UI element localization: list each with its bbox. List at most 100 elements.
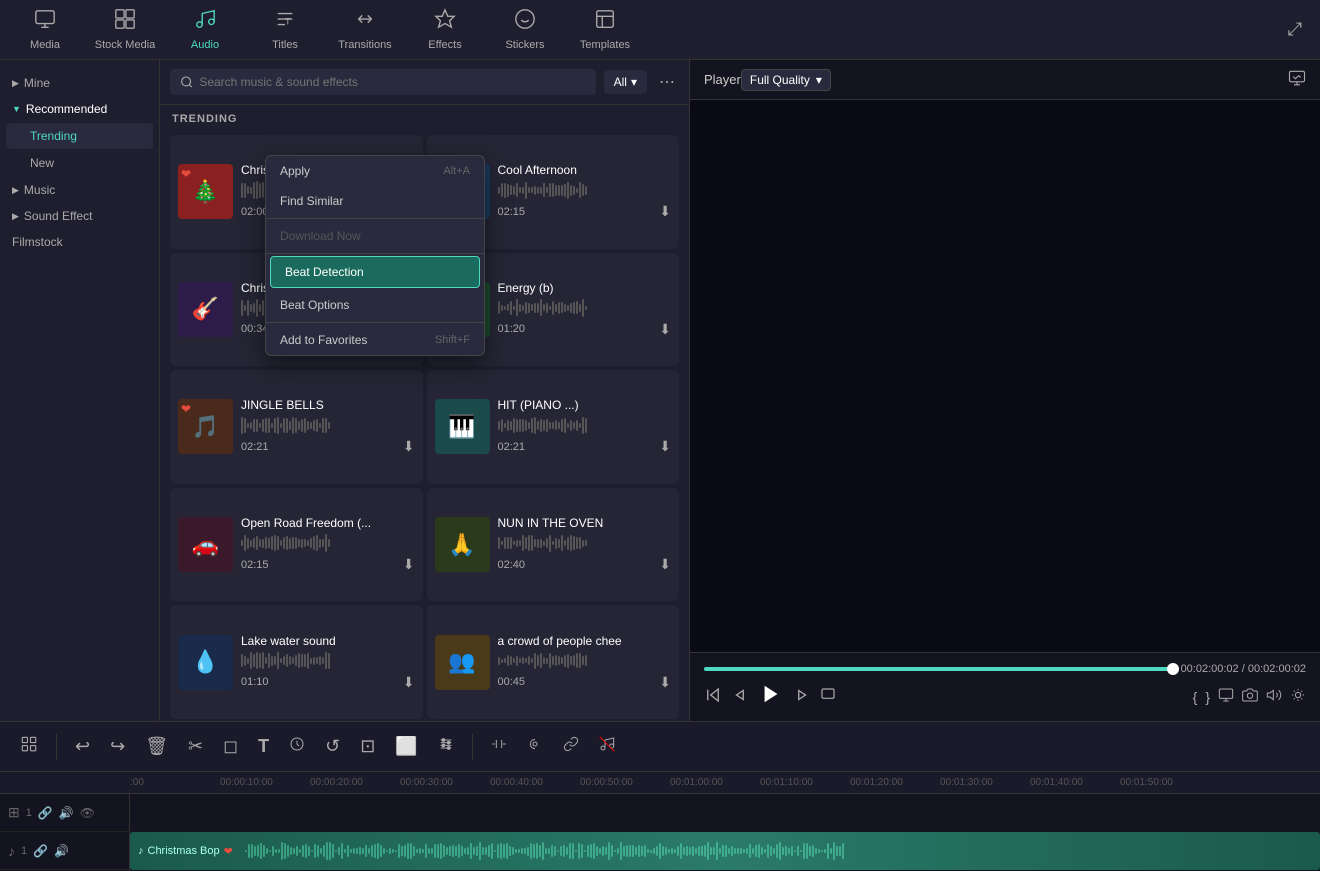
music-item-9[interactable]: 💧 Lake water sound 01:10 ⬇ [170, 605, 423, 719]
waveform-bar [743, 849, 745, 853]
sidebar-section-mine[interactable]: ▶ Mine [0, 70, 159, 96]
redo-button[interactable]: ↪ [104, 732, 131, 761]
waveform-bar [791, 846, 793, 856]
ruler-mark: 00:01:10:00 [760, 777, 850, 788]
progress-track[interactable] [704, 667, 1173, 671]
expand-icon[interactable]: ⤢ [1280, 15, 1310, 44]
toolbar-titles-label: Titles [272, 39, 298, 51]
download-icon-10[interactable]: ⬇ [659, 674, 671, 691]
waveform-bar [725, 845, 727, 858]
context-menu-label-find-similar: Find Similar [280, 194, 343, 208]
waveform-bar [416, 849, 418, 853]
download-icon-2[interactable]: ⬇ [659, 203, 671, 220]
download-icon-5[interactable]: ⬇ [403, 438, 415, 455]
frame-forward-button[interactable] [792, 686, 810, 709]
clip-button[interactable]: ⬜ [389, 732, 423, 761]
music-item-7[interactable]: 🚗 Open Road Freedom (... 02:15 ⬇ [170, 488, 423, 602]
settings-button[interactable] [1290, 687, 1306, 708]
cut-button[interactable]: ✂ [182, 732, 209, 761]
crop-button[interactable]: ◻ [217, 732, 244, 761]
download-icon-9[interactable]: ⬇ [403, 674, 415, 691]
toolbar-templates[interactable]: Templates [570, 5, 640, 55]
waveform-bar [275, 849, 277, 853]
waveform-bar [578, 843, 580, 859]
music-item-10[interactable]: 👥 a crowd of people chee 00:45 ⬇ [427, 605, 680, 719]
download-icon-6[interactable]: ⬇ [659, 438, 671, 455]
mark-out-button[interactable]: } [1205, 689, 1210, 705]
sidebar-section-filmstock[interactable]: Filmstock [0, 229, 159, 255]
text-button[interactable]: T [252, 732, 275, 761]
sidebar-item-trending[interactable]: Trending [6, 123, 153, 149]
waveform-bar [668, 849, 670, 853]
context-menu-item-apply[interactable]: ApplyAlt+A [266, 156, 484, 186]
snap-button[interactable] [485, 732, 513, 761]
sidebar-section-music[interactable]: ▶ Music [0, 177, 159, 203]
quality-dropdown[interactable]: Full Quality ▾ [741, 69, 831, 91]
music-time-4: 01:20 [498, 323, 526, 335]
music-item-6[interactable]: 🎹 HIT (PIANO ...) 02:21 ⬇ [427, 370, 680, 484]
sidebar-item-new[interactable]: New [6, 150, 153, 176]
stats-icon[interactable] [1288, 69, 1306, 90]
toolbar-effects[interactable]: Effects [410, 5, 480, 55]
download-icon-4[interactable]: ⬇ [659, 321, 671, 338]
search-field[interactable] [199, 75, 585, 89]
progress-bar[interactable]: 00:02:00:02 / 00:02:00:02 [704, 663, 1306, 675]
progress-thumb [1167, 663, 1179, 675]
music-item-5[interactable]: ❤ 🎵 JINGLE BELLS 02:21 ⬇ [170, 370, 423, 484]
toolbar-audio[interactable]: Audio [170, 5, 240, 55]
zoom-fit-button[interactable]: ⊡ [354, 732, 381, 761]
play-button[interactable] [760, 683, 782, 711]
audio-mix-button[interactable] [432, 732, 460, 761]
waveform-bar [587, 845, 589, 856]
music-item-8[interactable]: 🙏 NUN IN THE OVEN 02:40 ⬇ [427, 488, 680, 602]
context-menu-divider [266, 322, 484, 323]
download-icon-8[interactable]: ⬇ [659, 556, 671, 573]
toolbar-transitions[interactable]: Transitions [330, 5, 400, 55]
audio-track-vol-icon[interactable]: 🔊 [54, 844, 69, 858]
more-options-button[interactable]: ⋯ [655, 68, 679, 96]
video-track-eye-icon[interactable]: 👁 [80, 806, 95, 820]
search-input-wrapper[interactable] [170, 69, 596, 95]
waveform-bar [311, 850, 313, 852]
delete-button[interactable]: 🗑 [139, 732, 174, 761]
frame-back-button[interactable] [732, 686, 750, 709]
volume-button[interactable] [1266, 687, 1282, 708]
waveform-bar [704, 845, 706, 856]
templates-icon [594, 8, 616, 36]
undo-button[interactable]: ↩ [69, 732, 96, 761]
video-track-audio-icon[interactable]: 🔊 [59, 806, 74, 820]
sidebar-section-sound-effect[interactable]: ▶ Sound Effect [0, 203, 159, 229]
sidebar: ▶ Mine ▼ Recommended Trending New ▶ Musi… [0, 60, 160, 721]
waveform-bar [635, 847, 637, 856]
waveform-bar [446, 847, 448, 854]
audio-clip[interactable]: ♪ Christmas Bop ❤ [130, 832, 1320, 870]
fullscreen-button[interactable] [820, 687, 836, 708]
rotate-button[interactable]: ↺ [319, 732, 346, 761]
toolbar-stock-media[interactable]: Stock Media [90, 5, 160, 55]
toolbar-media[interactable]: Media [10, 5, 80, 55]
audio-track-link-icon[interactable]: 🔗 [33, 844, 48, 858]
context-menu-item-find-similar[interactable]: Find Similar [266, 186, 484, 216]
context-menu-item-add-favorites[interactable]: Add to FavoritesShift+F [266, 325, 484, 355]
waveform-bar [671, 848, 673, 853]
sidebar-section-recommended[interactable]: ▼ Recommended [0, 96, 159, 122]
waveform-bar [764, 849, 766, 854]
monitor-button[interactable] [1218, 687, 1234, 708]
timer-button[interactable] [283, 732, 311, 761]
filter-dropdown[interactable]: All ▾ [604, 70, 647, 94]
waveform-bar [437, 844, 439, 859]
video-track-link-icon[interactable]: 🔗 [38, 806, 53, 820]
screenshot-button[interactable] [1242, 687, 1258, 708]
audio-detach-button[interactable] [593, 732, 621, 761]
waveform-bar [836, 846, 838, 856]
multitrack-button[interactable] [14, 731, 44, 762]
toolbar-titles[interactable]: T Titles [250, 5, 320, 55]
ripple-button[interactable] [521, 732, 549, 761]
mark-in-button[interactable]: { [1193, 689, 1198, 705]
download-icon-7[interactable]: ⬇ [403, 556, 415, 573]
context-menu-item-beat-options[interactable]: Beat Options [266, 290, 484, 320]
rewind-button[interactable] [704, 686, 722, 709]
toolbar-stickers[interactable]: Stickers [490, 5, 560, 55]
link-button[interactable] [557, 732, 585, 761]
context-menu-item-beat-detection[interactable]: Beat Detection [270, 256, 480, 288]
